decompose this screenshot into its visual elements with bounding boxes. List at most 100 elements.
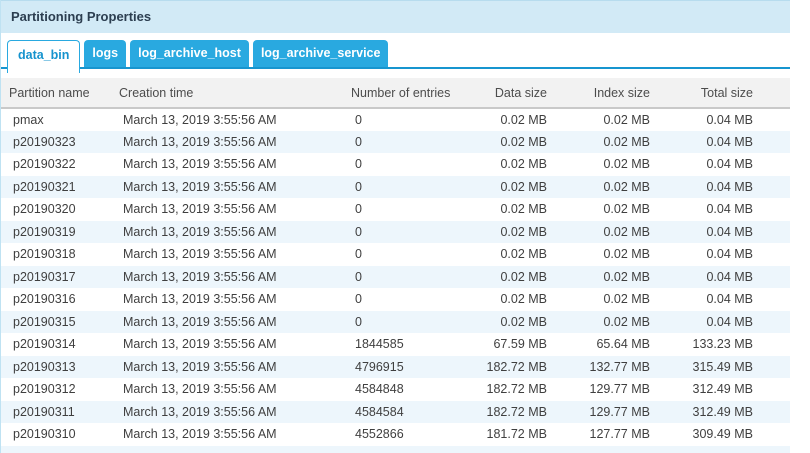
cell-data-size: 0.02 MB — [463, 311, 551, 334]
cell-creation-time: March 13, 2019 3:55:56 AM — [111, 221, 343, 244]
cell-number-of-entries: 0 — [343, 221, 463, 244]
col-header-creation-time: Creation time — [111, 78, 343, 108]
cell-filler — [757, 333, 790, 356]
cell-filler — [757, 356, 790, 379]
table-row: p20190320March 13, 2019 3:55:56 AM00.02 … — [1, 198, 790, 221]
cell-data-size: 0.02 MB — [463, 221, 551, 244]
cell-creation-time: March 13, 2019 3:55:56 AM — [111, 401, 343, 424]
cell-index-size: 0.02 MB — [551, 176, 654, 199]
cell-index-size: 0.02 MB — [551, 243, 654, 266]
cell-filler — [757, 131, 790, 154]
cell-creation-time: March 13, 2019 3:55:56 AM — [111, 176, 343, 199]
cell-partition-name: p20190318 — [1, 243, 111, 266]
cell-partition-name: p20190313 — [1, 356, 111, 379]
cell-total-size: 0.04 MB — [654, 311, 757, 334]
cell-creation-time: March 13, 2019 3:55:56 AM — [111, 311, 343, 334]
col-header-total-size: Total size — [654, 78, 757, 108]
cell-number-of-entries: 1844585 — [343, 333, 463, 356]
cell-total-size: 312.49 MB — [654, 401, 757, 424]
col-header-index-size: Index size — [551, 78, 654, 108]
table-row: p20190323March 13, 2019 3:55:56 AM00.02 … — [1, 131, 790, 154]
cell-creation-time: March 13, 2019 3:55:56 AM — [111, 356, 343, 379]
cell-filler — [757, 288, 790, 311]
cell-index-size: 129.77 MB — [551, 378, 654, 401]
cell-total-size: 0.04 MB — [654, 108, 757, 131]
cell-filler — [757, 198, 790, 221]
cell-index-size: 0.02 MB — [551, 311, 654, 334]
cell-filler — [757, 108, 790, 131]
cell-creation-time: March 13, 2019 3:55:56 AM — [111, 423, 343, 446]
table-row: p20190316March 13, 2019 3:55:56 AM00.02 … — [1, 288, 790, 311]
cell-creation-time: March 13, 2019 3:55:56 AM — [111, 198, 343, 221]
table-row: p20190317March 13, 2019 3:55:56 AM00.02 … — [1, 266, 790, 289]
col-header-partition-name: Partition name — [1, 78, 111, 108]
cell-partition-name: p20190323 — [1, 131, 111, 154]
cell-total-size: 0.04 MB — [654, 153, 757, 176]
col-header-number-of-entries: Number of entries — [343, 78, 463, 108]
cell-data-size: 0.02 MB — [463, 243, 551, 266]
cell-number-of-entries: 0 — [343, 266, 463, 289]
cell-index-size: 0.02 MB — [551, 221, 654, 244]
tab-logs[interactable]: logs — [84, 40, 126, 67]
cell-filler — [757, 423, 790, 446]
cell-number-of-entries: 4584848 — [343, 378, 463, 401]
col-header-data-size: Data size — [463, 78, 551, 108]
table-row: p20190313March 13, 2019 3:55:56 AM479691… — [1, 356, 790, 379]
cell-filler — [757, 311, 790, 334]
cell-total-size: 312.49 MB — [654, 378, 757, 401]
cell-creation-time: March 13, 2019 3:55:56 AM — [111, 378, 343, 401]
cell-total-size: 133.23 MB — [654, 333, 757, 356]
table-row: p20190321March 13, 2019 3:55:56 AM00.02 … — [1, 176, 790, 199]
tab-log_archive_service[interactable]: log_archive_service — [253, 40, 389, 67]
table-row: p20190318March 13, 2019 3:55:56 AM00.02 … — [1, 243, 790, 266]
cell-filler — [757, 221, 790, 244]
cell-data-size: 182.72 MB — [463, 401, 551, 424]
cell-index-size: 0.02 MB — [551, 288, 654, 311]
cell-data-size: 0.02 MB — [463, 108, 551, 131]
cell-total-size: 0.04 MB — [654, 221, 757, 244]
cell-number-of-entries: 0 — [343, 311, 463, 334]
cell-partition-name: pmax — [1, 108, 111, 131]
cell-creation-time: March 13, 2019 3:55:56 AM — [111, 243, 343, 266]
table-row: p20190312March 13, 2019 3:55:56 AM458484… — [1, 378, 790, 401]
cell-index-size: 0.02 MB — [551, 153, 654, 176]
cell-partition-name: p20190315 — [1, 311, 111, 334]
cell-number-of-entries: 4796915 — [343, 356, 463, 379]
cell-number-of-entries: 0 — [343, 131, 463, 154]
cell-data-size: 67.59 MB — [463, 333, 551, 356]
cell-total-size: 0.04 MB — [654, 243, 757, 266]
tab-data_bin[interactable]: data_bin — [7, 40, 80, 73]
cell-number-of-entries: 0 — [343, 288, 463, 311]
cell-partition-name: p20190317 — [1, 266, 111, 289]
cell-number-of-entries: 0 — [343, 108, 463, 131]
cell-filler — [757, 401, 790, 424]
cell-data-size: 0.02 MB — [463, 131, 551, 154]
cell-filler — [757, 176, 790, 199]
cell-data-size: 182.72 MB — [463, 378, 551, 401]
cell-partition-name: p20190312 — [1, 378, 111, 401]
table-row: p20190310March 13, 2019 3:55:56 AM455286… — [1, 423, 790, 446]
cell-total-size: 0.04 MB — [654, 198, 757, 221]
cell-creation-time: March 13, 2019 3:55:56 AM — [111, 153, 343, 176]
table-row: pmaxMarch 13, 2019 3:55:56 AM00.02 MB0.0… — [1, 108, 790, 131]
tab-bar: data_binlogslog_archive_hostlog_archive_… — [1, 40, 790, 69]
partitioning-properties-panel: Partitioning Properties data_binlogslog_… — [0, 0, 790, 453]
table-row: p20190319March 13, 2019 3:55:56 AM00.02 … — [1, 221, 790, 244]
cell-number-of-entries: 0 — [343, 198, 463, 221]
cell-partition-name: p20190319 — [1, 221, 111, 244]
cell-data-size: 0.02 MB — [463, 266, 551, 289]
table-row: p20190311March 13, 2019 3:55:56 AM458458… — [1, 401, 790, 424]
cell-total-size: 0.04 MB — [654, 131, 757, 154]
table-row: p20190314March 13, 2019 3:55:56 AM184458… — [1, 333, 790, 356]
cell-data-size: 0.02 MB — [463, 198, 551, 221]
table-header-row: Partition name Creation time Number of e… — [1, 78, 790, 108]
cell-total-size: 309.49 MB — [654, 423, 757, 446]
cell-number-of-entries: 4584584 — [343, 401, 463, 424]
cell-data-size: 0.02 MB — [463, 176, 551, 199]
cell-total-size: 315.49 MB — [654, 356, 757, 379]
cell-partition-name: p20190314 — [1, 333, 111, 356]
cell-partition-name: p20190321 — [1, 176, 111, 199]
cell-filler — [1, 446, 790, 453]
tab-log_archive_host[interactable]: log_archive_host — [130, 40, 249, 67]
table-row: p20190322March 13, 2019 3:55:56 AM00.02 … — [1, 153, 790, 176]
